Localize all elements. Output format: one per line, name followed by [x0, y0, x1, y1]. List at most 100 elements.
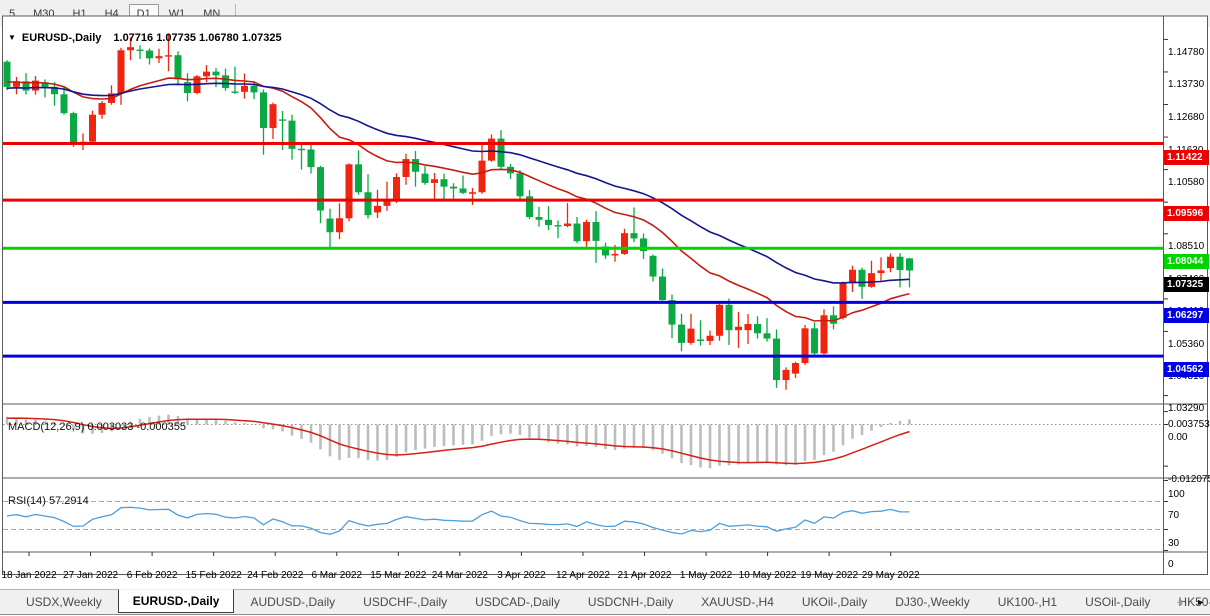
candle-bearish	[593, 222, 600, 241]
candle-bullish	[887, 257, 894, 268]
chart-tab-usdx-weekly[interactable]: USDX,Weekly	[14, 592, 114, 612]
date-axis-label: 19 May 2022	[800, 570, 858, 581]
candle-bearish	[650, 256, 657, 277]
candle-bearish	[574, 224, 581, 242]
macd-indicator-label: MACD(12,26,9) 0.003033 -0.000355	[8, 421, 186, 433]
rsi-axis-label: 0	[1168, 559, 1174, 570]
tab-scroll-left-icon[interactable]: ◄	[1175, 597, 1184, 607]
candle-bearish	[555, 225, 562, 226]
candle-bearish	[222, 75, 229, 88]
candle-bearish	[811, 328, 818, 353]
candle-bearish	[859, 270, 866, 287]
candle-bearish	[251, 86, 258, 93]
candle-bearish	[355, 164, 362, 192]
price-axis-label: 1.13730	[1168, 79, 1204, 90]
candle-bullish	[165, 55, 172, 56]
candle-bullish	[118, 50, 125, 93]
date-axis-label: 6 Feb 2022	[127, 570, 178, 581]
candle-bullish	[868, 273, 875, 287]
candle-bearish	[422, 174, 429, 183]
candle-bullish	[716, 305, 723, 336]
current-price-badge: 1.07325	[1164, 277, 1209, 292]
candle-bullish	[612, 254, 619, 256]
chart-tab-ukoil-daily[interactable]: UKOil-,Daily	[790, 592, 879, 612]
candle-bullish	[688, 329, 695, 343]
chart-tab-usoil-daily[interactable]: USOil-,Daily	[1073, 592, 1162, 612]
date-axis-label: 24 Mar 2022	[432, 570, 488, 581]
price-axis-label: 1.14780	[1168, 47, 1204, 58]
candle-bearish	[298, 149, 305, 150]
date-axis-label: 27 Jan 2022	[63, 570, 118, 581]
candle-bearish	[897, 257, 904, 270]
chart-canvas	[0, 0, 1210, 589]
candle-bearish	[659, 277, 666, 301]
chart-window-frame	[3, 16, 1208, 575]
candle-bullish	[621, 233, 628, 254]
candle-bearish	[327, 219, 334, 233]
chart-window[interactable]: ▼EURUSD-,Daily1.07716 1.07735 1.06780 1.…	[0, 27, 1210, 589]
symbol-dropdown-icon[interactable]: ▼	[8, 33, 16, 42]
candle-bearish	[754, 324, 761, 333]
candle-bearish	[70, 113, 77, 143]
candle-bearish	[137, 50, 144, 51]
price-axis-label: 1.10580	[1168, 177, 1204, 188]
date-axis-label: 10 May 2022	[739, 570, 797, 581]
candle-bearish	[441, 179, 448, 186]
candle-bullish	[431, 179, 438, 183]
date-axis-label: 6 Mar 2022	[311, 570, 362, 581]
candle-bullish	[469, 192, 476, 194]
candle-bearish	[279, 119, 286, 120]
candle-bullish	[583, 222, 590, 241]
chart-tab-eurusd-daily[interactable]: EURUSD-,Daily	[118, 589, 235, 613]
candle-bullish	[270, 104, 277, 128]
candle-bearish	[460, 189, 467, 193]
date-axis-label: 21 Apr 2022	[618, 570, 672, 581]
candle-bullish	[241, 86, 248, 92]
date-axis-label: 18 Jan 2022	[1, 570, 56, 581]
candle-bearish	[906, 258, 913, 270]
candle-bearish	[4, 62, 11, 87]
candle-bearish	[697, 339, 704, 341]
chart-tab-usdcad-daily[interactable]: USDCAD-,Daily	[463, 592, 572, 612]
candle-bullish	[564, 224, 571, 226]
candle-bullish	[479, 161, 486, 193]
candle-bullish	[707, 336, 714, 341]
tab-scroll-right-icon[interactable]: ►	[1196, 597, 1205, 607]
candle-bullish	[374, 206, 381, 213]
macd-axis-label: 0.003753	[1168, 419, 1210, 430]
candle-bearish	[764, 333, 771, 338]
chart-title: ▼EURUSD-,Daily1.07716 1.07735 1.06780 1.…	[8, 32, 282, 44]
candle-bearish	[365, 192, 372, 215]
candle-bullish	[849, 270, 856, 284]
mt4-terminal: 5M30H1H4D1W1MN ▼EURUSD-,Daily1.07716 1.0…	[0, 0, 1210, 616]
rsi-indicator-label: RSI(14) 57.2914	[8, 495, 89, 507]
price-axis-label: 1.05360	[1168, 339, 1204, 350]
candle-bearish	[631, 233, 638, 238]
macd-axis-label: 0.00	[1168, 432, 1187, 443]
candle-bullish	[99, 103, 106, 115]
chart-tab-dj30-weekly[interactable]: DJ30-,Weekly	[883, 592, 981, 612]
chart-tab-uk100-h1[interactable]: UK100-,H1	[986, 592, 1069, 612]
price-level-badge: 1.11422	[1164, 150, 1209, 165]
date-axis-label: 15 Mar 2022	[370, 570, 426, 581]
chart-tab-usdcnh-daily[interactable]: USDCNH-,Daily	[576, 592, 685, 612]
candle-bullish	[156, 56, 163, 58]
candle-bullish	[878, 270, 885, 273]
candle-bullish	[802, 328, 809, 363]
candle-bearish	[450, 187, 457, 189]
candle-bullish	[346, 164, 353, 218]
candle-bullish	[336, 218, 343, 232]
candle-bullish	[792, 363, 799, 374]
chart-tab-usdchf-daily[interactable]: USDCHF-,Daily	[351, 592, 459, 612]
chart-ohlc-values: 1.07716 1.07735 1.06780 1.07325	[113, 32, 281, 44]
candle-bearish	[726, 305, 733, 330]
date-axis-label: 29 May 2022	[862, 570, 920, 581]
candle-bullish	[488, 139, 495, 161]
chart-tab-audusd-daily[interactable]: AUDUSD-,Daily	[238, 592, 347, 612]
chart-tab-bar: USDX,WeeklyEURUSD-,DailyAUDUSD-,DailyUSD…	[0, 589, 1210, 615]
price-level-badge: 1.06297	[1164, 308, 1209, 323]
candle-bearish	[536, 217, 543, 220]
chart-tab-xauusd-h4[interactable]: XAUUSD-,H4	[689, 592, 786, 612]
rsi-axis-label: 70	[1168, 510, 1179, 521]
candle-bullish	[127, 47, 134, 50]
